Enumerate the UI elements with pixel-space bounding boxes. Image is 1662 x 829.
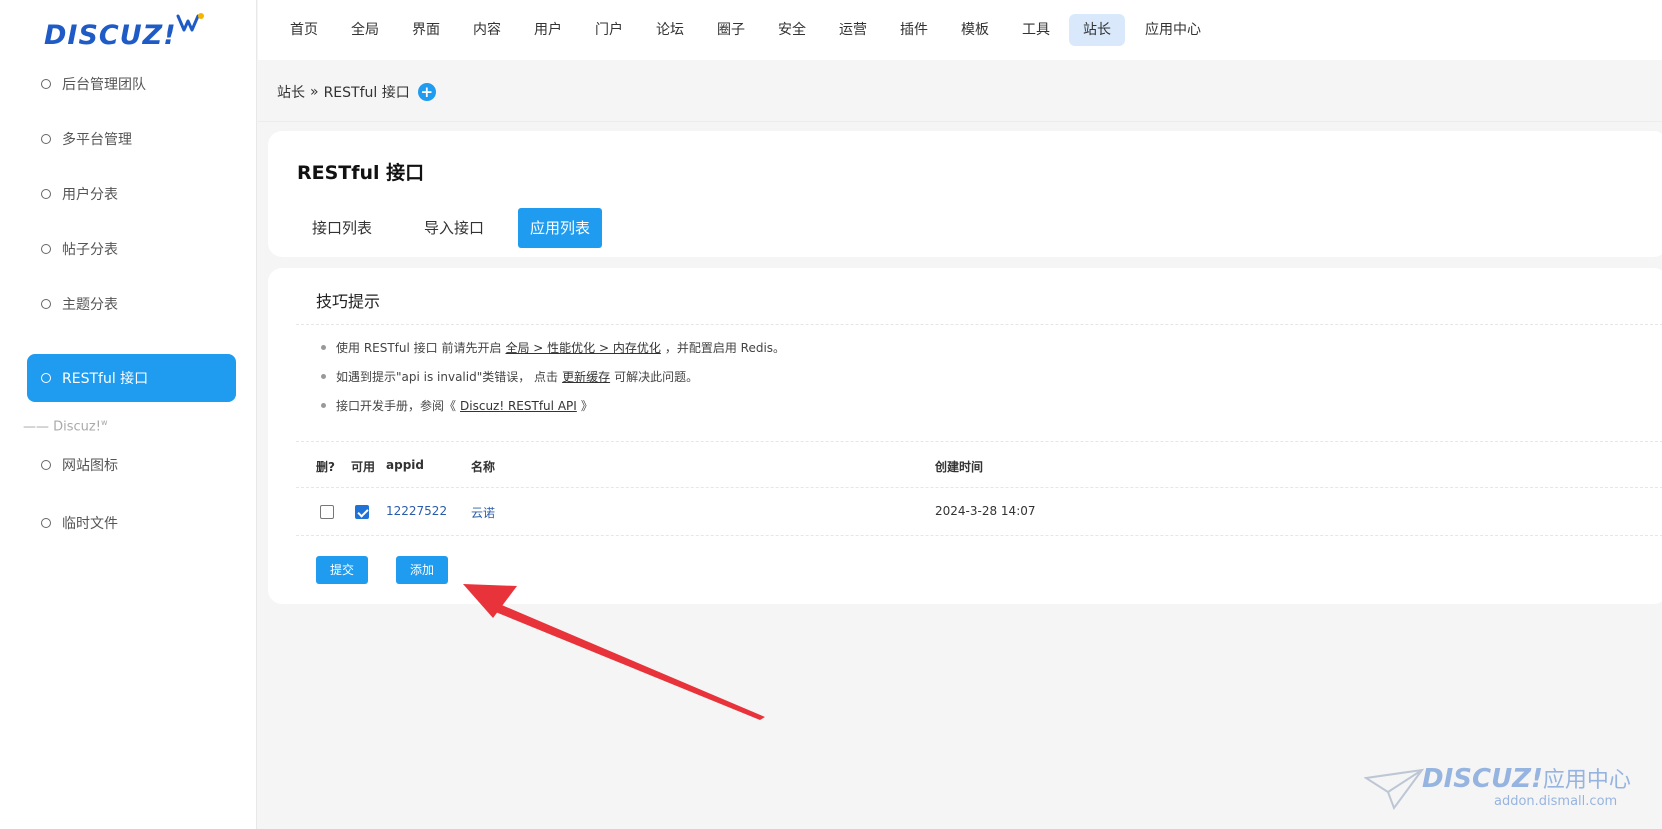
app-name-link[interactable]: 云诺 (471, 504, 495, 521)
column-header-name: 名称 (471, 460, 496, 474)
sidebar-group-label: —— Discuz!w (23, 418, 108, 435)
top-nav: 首页 全局 界面 内容 用户 门户 论坛 圈子 安全 运营 插件 模板 工具 站… (258, 0, 1662, 60)
sidebar-item-thread-split[interactable]: 主题分表 (27, 280, 236, 328)
nav-item-webmaster[interactable]: 站长 (1069, 14, 1125, 46)
appid-link[interactable]: 12227522 (386, 504, 447, 518)
sidebar-item-temp-files[interactable]: 临时文件 (27, 499, 236, 547)
sidebar-item-label: 后台管理团队 (62, 77, 146, 93)
circle-icon (41, 373, 51, 383)
nav-item-content[interactable]: 内容 (459, 14, 515, 46)
add-shortcut-icon[interactable]: + (417, 83, 436, 101)
nav-item-security[interactable]: 安全 (764, 14, 820, 46)
sidebar-item-label: 主题分表 (62, 297, 118, 313)
divider (296, 487, 1662, 488)
bullet-icon (321, 374, 326, 379)
tip-line: 接口开发手册，参阅《 Discuz! RESTful API 》 (321, 397, 593, 414)
header-card: RESTful 接口 接口列表 导入接口 应用列表 (268, 131, 1662, 257)
sidebar-item-site-icon[interactable]: 网站图标 (27, 441, 236, 489)
watermark-brand: DISCUZ!应用中心 (1422, 764, 1631, 794)
bullet-icon (321, 345, 326, 350)
divider (296, 441, 1662, 442)
submit-button[interactable]: 提交 (316, 556, 368, 584)
watermark-url: addon.dismall.com (1494, 794, 1618, 809)
delete-checkbox[interactable] (320, 505, 334, 519)
breadcrumb-parent[interactable]: 站长 (277, 82, 305, 102)
nav-item-home[interactable]: 首页 (276, 14, 332, 46)
nav-item-interface[interactable]: 界面 (398, 14, 454, 46)
breadcrumb: 站长 » RESTful 接口 + (277, 82, 436, 102)
circle-icon (41, 189, 51, 199)
nav-item-tools[interactable]: 工具 (1008, 14, 1064, 46)
circle-icon (41, 79, 51, 89)
circle-icon (41, 299, 51, 309)
column-header-enabled: 可用 (351, 460, 376, 474)
update-cache-link[interactable]: 更新缓存 (562, 368, 610, 385)
paper-plane-icon (1364, 768, 1424, 810)
nav-item-users[interactable]: 用户 (520, 14, 576, 46)
circle-icon (41, 134, 51, 144)
nav-item-app-center[interactable]: 应用中心 (1131, 14, 1215, 46)
divider (296, 535, 1662, 536)
nav-item-templates[interactable]: 模板 (947, 14, 1003, 46)
sidebar: DISCUZ! 后台管理团队 多平台管理 用户分表 帖子分表 主题分表 REST… (0, 0, 257, 829)
sidebar-item-multi-platform[interactable]: 多平台管理 (27, 115, 236, 163)
sidebar-item-label: 网站图标 (62, 458, 118, 474)
logo-mark-icon (176, 13, 204, 32)
nav-item-plugins[interactable]: 插件 (886, 14, 942, 46)
bullet-icon (321, 403, 326, 408)
sidebar-item-label: RESTful 接口 (62, 371, 149, 387)
nav-item-global[interactable]: 全局 (337, 14, 393, 46)
sidebar-item-restful[interactable]: RESTful 接口 (27, 354, 236, 402)
memory-optimize-link[interactable]: 全局 > 性能优化 > 内存优化 (505, 339, 660, 356)
column-header-appid: appid (386, 458, 424, 472)
divider (258, 121, 1662, 122)
content-card: 技巧提示 使用 RESTful 接口 前请先开启 全局 > 性能优化 > 内存优… (268, 268, 1662, 604)
nav-item-forum[interactable]: 论坛 (642, 14, 698, 46)
breadcrumb-current: RESTful 接口 (323, 85, 410, 101)
circle-icon (41, 518, 51, 528)
tab-api-list[interactable]: 接口列表 (300, 208, 384, 248)
sidebar-item-admin-team[interactable]: 后台管理团队 (27, 60, 236, 108)
nav-item-portal[interactable]: 门户 (581, 14, 637, 46)
logo-text: DISCUZ! (44, 20, 177, 51)
tips-title: 技巧提示 (316, 292, 381, 311)
enabled-checkbox[interactable] (355, 505, 369, 519)
discuz-logo[interactable]: DISCUZ! (44, 12, 214, 56)
sidebar-item-post-split[interactable]: 帖子分表 (27, 225, 236, 273)
tab-import-api[interactable]: 导入接口 (412, 208, 496, 248)
created-time: 2024-3-28 14:07 (935, 504, 1036, 518)
tip-line: 如遇到提示"api is invalid"类错误， 点击 更新缓存 可解决此问题… (321, 368, 698, 385)
circle-icon (41, 244, 51, 254)
page-title: RESTful 接口 (297, 162, 425, 184)
breadcrumb-separator: » (310, 84, 319, 100)
sidebar-item-label: 临时文件 (62, 516, 118, 532)
watermark: DISCUZ!应用中心 addon.dismall.com (1364, 760, 1654, 820)
tab-app-list[interactable]: 应用列表 (518, 208, 603, 248)
sidebar-item-label: 帖子分表 (62, 242, 118, 258)
sidebar-item-label: 用户分表 (62, 187, 118, 203)
add-button[interactable]: 添加 (396, 556, 448, 584)
sidebar-item-label: 多平台管理 (62, 132, 132, 148)
circle-icon (41, 460, 51, 470)
api-manual-link[interactable]: Discuz! RESTful API (460, 399, 577, 413)
tip-line: 使用 RESTful 接口 前请先开启 全局 > 性能优化 > 内存优化 ，并配… (321, 339, 785, 356)
column-header-delete: 删? (316, 460, 335, 474)
nav-item-operation[interactable]: 运营 (825, 14, 881, 46)
divider (296, 324, 1662, 325)
annotation-arrow (463, 584, 765, 720)
sidebar-item-user-split[interactable]: 用户分表 (27, 170, 236, 218)
nav-item-group[interactable]: 圈子 (703, 14, 759, 46)
column-header-created: 创建时间 (935, 460, 984, 474)
